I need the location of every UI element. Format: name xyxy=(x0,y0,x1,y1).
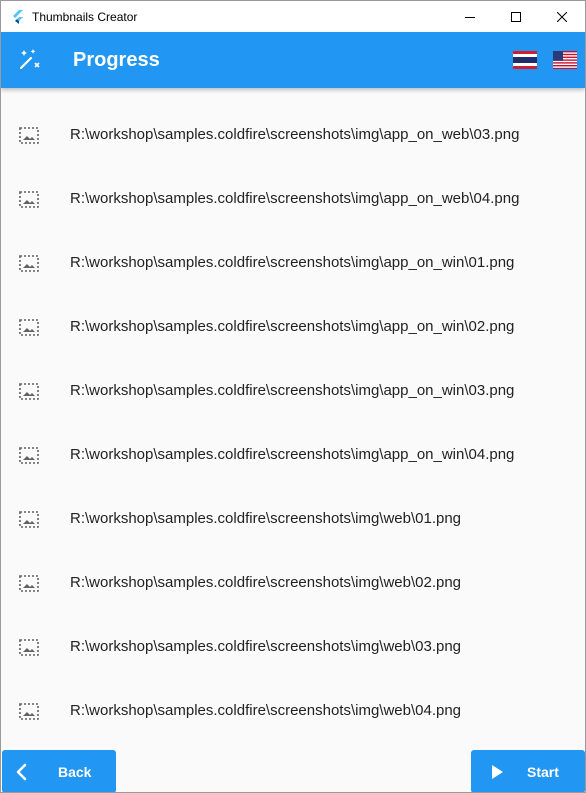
image-placeholder-icon xyxy=(19,319,39,336)
file-path: R:\workshop\samples.coldfire\screenshots… xyxy=(70,318,515,335)
app-bar: Progress xyxy=(1,32,585,88)
list-item[interactable]: R:\workshop\samples.coldfire\screenshots… xyxy=(1,616,585,680)
image-placeholder-icon xyxy=(19,127,39,144)
list-item[interactable]: R:\workshop\samples.coldfire\screenshots… xyxy=(1,360,585,424)
chevron-left-icon xyxy=(16,763,27,781)
file-path: R:\workshop\samples.coldfire\screenshots… xyxy=(70,190,520,207)
list-item[interactable]: R:\workshop\samples.coldfire\screenshots… xyxy=(1,680,585,744)
list-item[interactable]: R:\workshop\samples.coldfire\screenshots… xyxy=(1,296,585,360)
maximize-icon xyxy=(511,11,521,22)
image-placeholder-icon xyxy=(19,191,39,208)
start-label: Start xyxy=(527,764,559,780)
image-placeholder-icon xyxy=(19,511,39,528)
list-item[interactable]: R:\workshop\samples.coldfire\screenshots… xyxy=(1,104,585,168)
thailand-flag-icon[interactable] xyxy=(513,51,537,69)
list-item[interactable]: R:\workshop\samples.coldfire\screenshots… xyxy=(1,552,585,616)
page-title: Progress xyxy=(73,49,160,71)
minimize-icon xyxy=(465,16,475,18)
image-placeholder-icon xyxy=(19,639,39,656)
image-placeholder-icon xyxy=(19,447,39,464)
magic-wand-icon xyxy=(19,49,40,70)
usa-flag-icon[interactable] xyxy=(553,51,577,69)
start-button[interactable]: Start xyxy=(471,750,585,792)
file-list: R:\workshop\samples.coldfire\screenshots… xyxy=(1,88,585,748)
title-bar[interactable]: Thumbnails Creator xyxy=(1,1,585,32)
window-title: Thumbnails Creator xyxy=(32,9,138,24)
close-icon xyxy=(557,11,567,22)
file-path: R:\workshop\samples.coldfire\screenshots… xyxy=(70,574,462,591)
image-placeholder-icon xyxy=(19,575,39,592)
file-path: R:\workshop\samples.coldfire\screenshots… xyxy=(70,638,462,655)
image-placeholder-icon xyxy=(19,703,39,720)
list-item[interactable]: R:\workshop\samples.coldfire\screenshots… xyxy=(1,232,585,296)
file-path: R:\workshop\samples.coldfire\screenshots… xyxy=(70,446,515,463)
image-placeholder-icon xyxy=(19,255,39,272)
list-item[interactable]: R:\workshop\samples.coldfire\screenshots… xyxy=(1,424,585,488)
file-path: R:\workshop\samples.coldfire\screenshots… xyxy=(70,702,462,719)
flutter-logo-icon xyxy=(13,9,23,24)
file-path: R:\workshop\samples.coldfire\screenshots… xyxy=(70,254,515,271)
file-path: R:\workshop\samples.coldfire\screenshots… xyxy=(70,126,520,143)
file-path: R:\workshop\samples.coldfire\screenshots… xyxy=(70,510,462,527)
maximize-button[interactable] xyxy=(493,1,539,32)
image-placeholder-icon xyxy=(19,383,39,400)
back-button[interactable]: Back xyxy=(2,750,116,792)
app-window: Thumbnails Creator Progress R:\workshop\… xyxy=(0,0,586,793)
list-item[interactable]: R:\workshop\samples.coldfire\screenshots… xyxy=(1,168,585,232)
close-button[interactable] xyxy=(539,1,585,32)
play-icon xyxy=(492,765,503,779)
file-path: R:\workshop\samples.coldfire\screenshots… xyxy=(70,382,515,399)
minimize-button[interactable] xyxy=(447,1,493,32)
list-item[interactable]: R:\workshop\samples.coldfire\screenshots… xyxy=(1,488,585,552)
window-controls xyxy=(447,1,585,32)
back-label: Back xyxy=(58,764,92,780)
